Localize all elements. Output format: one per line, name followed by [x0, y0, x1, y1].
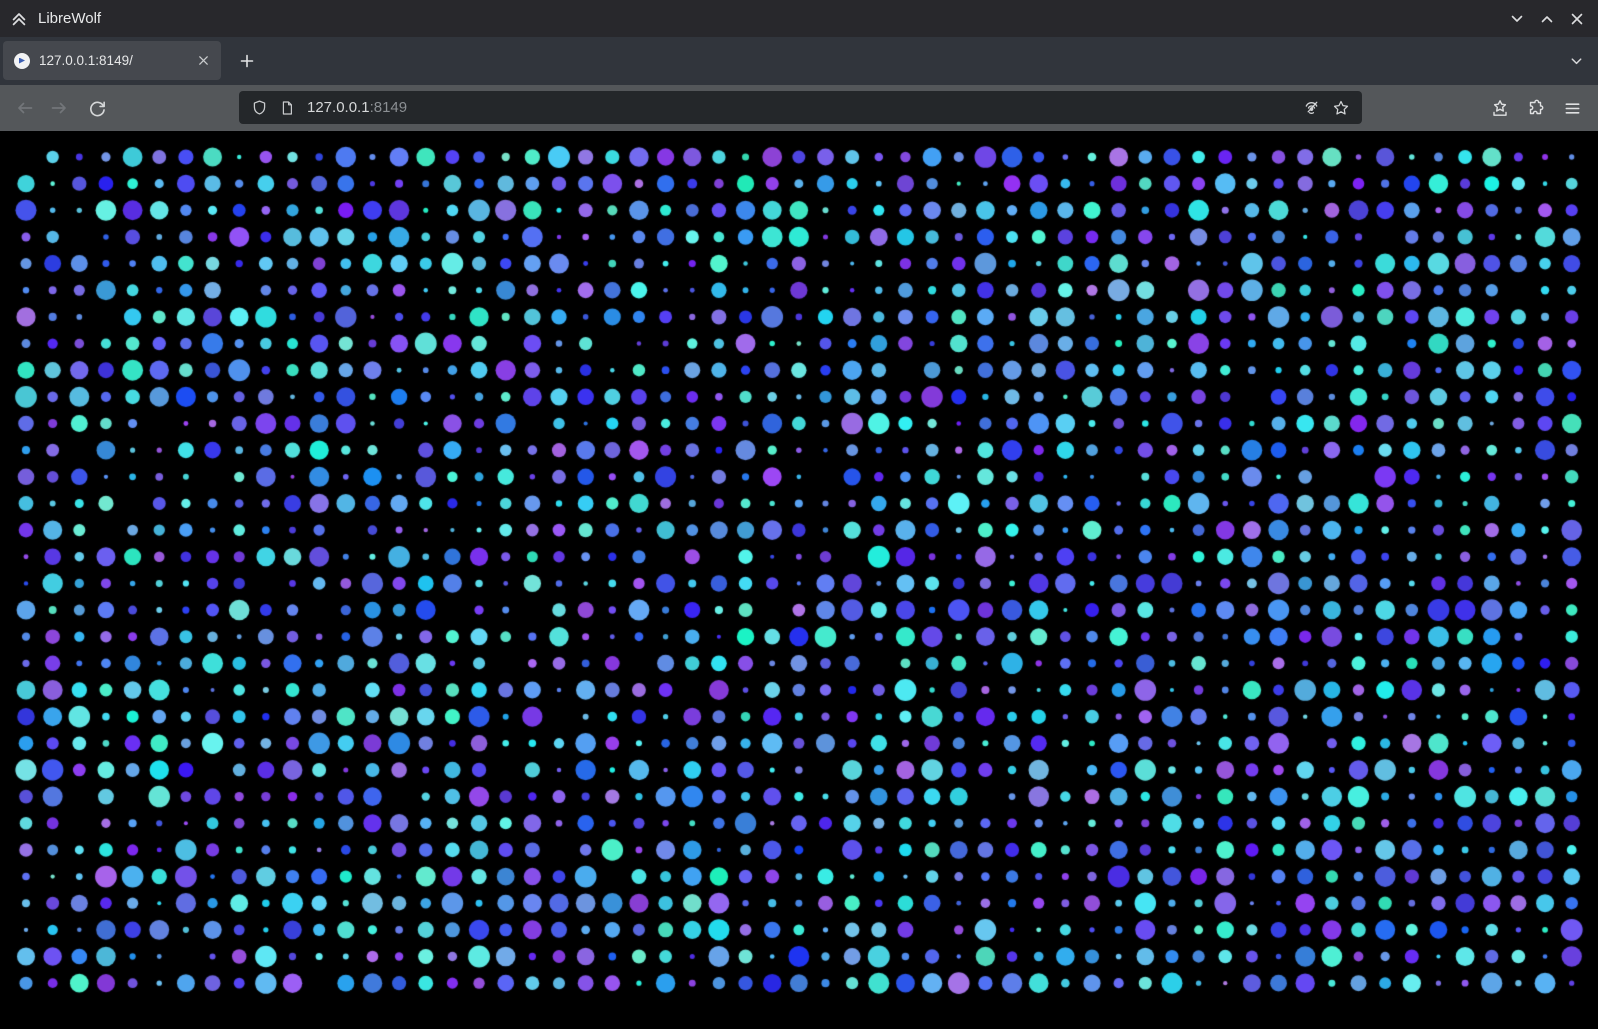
- arrow-right-icon: [49, 98, 69, 118]
- window-controls: [1502, 0, 1592, 37]
- close-icon: [197, 54, 210, 67]
- url-bar[interactable]: 127.0.0.1:8149: [239, 91, 1362, 124]
- url-port: :8149: [370, 99, 408, 116]
- list-all-tabs-button[interactable]: [1561, 47, 1591, 75]
- app-menu-icon[interactable]: [10, 10, 28, 28]
- url-text: 127.0.0.1:8149: [307, 99, 1296, 116]
- library-star-tray-icon[interactable]: [1482, 92, 1518, 124]
- url-host: 127.0.0.1: [307, 99, 370, 116]
- shield-icon[interactable]: [245, 99, 273, 116]
- chevron-down-icon: [1569, 54, 1584, 69]
- close-button[interactable]: [1562, 4, 1592, 34]
- window-titlebar: LibreWolf: [0, 0, 1598, 37]
- url-bar-actions: [1296, 94, 1356, 122]
- window-title: LibreWolf: [38, 10, 101, 27]
- forward-button[interactable]: [42, 92, 76, 124]
- tab-favicon-icon: [14, 53, 30, 69]
- new-tab-button[interactable]: [230, 47, 263, 75]
- toolbar-right-actions: [1482, 92, 1590, 124]
- chevron-up-icon: [1539, 11, 1555, 27]
- navigation-toolbar: 127.0.0.1:8149: [0, 85, 1598, 131]
- tab-label: 127.0.0.1:8149/: [39, 53, 191, 68]
- extensions-puzzle-icon[interactable]: [1518, 92, 1554, 124]
- tab-active[interactable]: 127.0.0.1:8149/: [3, 41, 221, 80]
- tab-bar: 127.0.0.1:8149/: [0, 37, 1598, 85]
- dot-grid-canvas: [0, 131, 1598, 1029]
- back-button[interactable]: [8, 92, 42, 124]
- arrow-left-icon: [15, 98, 35, 118]
- reload-icon: [88, 99, 107, 118]
- bookmark-star-icon[interactable]: [1326, 94, 1356, 122]
- tab-close-button[interactable]: [191, 49, 215, 73]
- fingerprint-protection-icon[interactable]: [1296, 94, 1326, 122]
- chevron-down-icon: [1509, 11, 1525, 27]
- menu-hamburger-icon[interactable]: [1554, 92, 1590, 124]
- page-info-icon[interactable]: [273, 100, 301, 116]
- plus-icon: [239, 53, 255, 69]
- close-icon: [1569, 11, 1585, 27]
- maximize-button[interactable]: [1532, 4, 1562, 34]
- minimize-button[interactable]: [1502, 4, 1532, 34]
- reload-button[interactable]: [80, 92, 114, 124]
